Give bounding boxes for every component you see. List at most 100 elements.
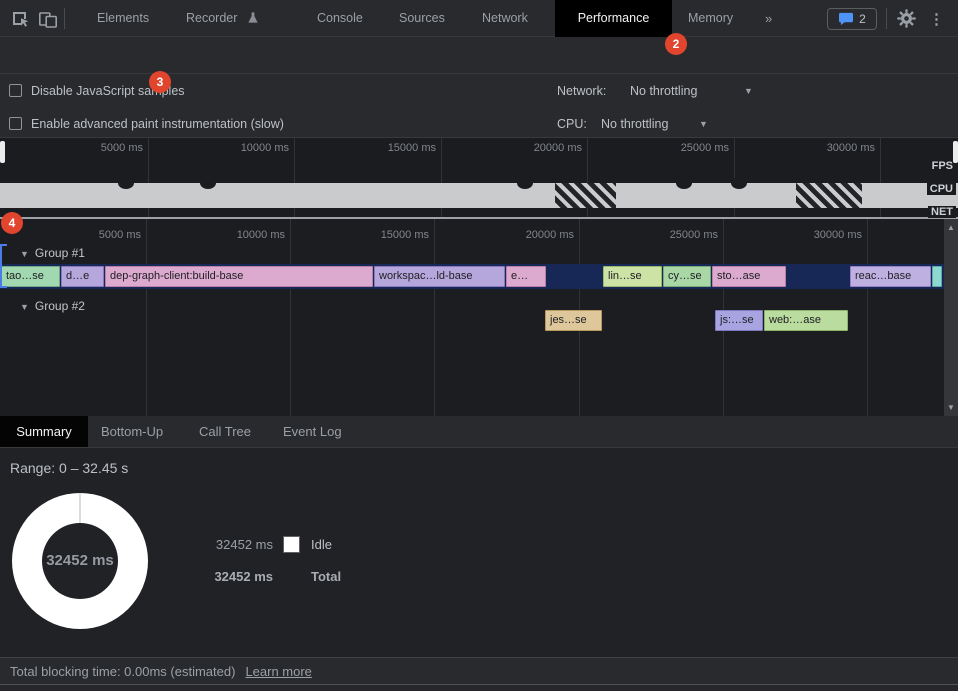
issues-count: 2 (859, 12, 866, 26)
timeline-bar[interactable]: js:…se (715, 310, 763, 331)
tab-event-log[interactable]: Event Log (283, 416, 342, 448)
timeline-bar[interactable]: lin…se (603, 266, 662, 287)
timeline-bar[interactable]: cy…se (663, 266, 711, 287)
legend-idle-value: 32452 ms (178, 537, 273, 552)
capture-settings-pane: Disable JavaScript samples Enable advanc… (0, 74, 958, 138)
ruler-tick-label: 25000 ms (643, 229, 718, 241)
tab-bottom-up[interactable]: Bottom-Up (101, 416, 163, 448)
details-tab-bar: Summary Bottom-Up Call Tree Event Log (0, 416, 958, 448)
cpu-dip (731, 177, 747, 189)
step-badge-2[interactable]: 2 (665, 33, 687, 55)
ruler-tick-label: 15000 ms (361, 142, 436, 154)
timeline-bar[interactable]: tao…se (1, 266, 60, 287)
step-badge-3[interactable]: 3 (149, 71, 171, 93)
net-activity-line (0, 217, 958, 219)
devtools-tab-bar: Elements Recorder Console Sources Networ… (0, 0, 958, 37)
tab-call-tree[interactable]: Call Tree (199, 416, 251, 448)
ruler-tick-label: 15000 ms (354, 229, 429, 241)
tab-memory[interactable]: Memory (688, 0, 733, 37)
group-2-title: Group #2 (35, 299, 85, 313)
tab-elements[interactable]: Elements (97, 0, 149, 37)
network-throttle-label: Network: (557, 84, 606, 98)
group-1-bars: tao…sed…edep-graph-client:build-basework… (0, 266, 944, 287)
cpu-dip (517, 177, 533, 189)
total-blocking-time-text: Total blocking time: 0.00ms (estimated) (10, 664, 235, 679)
disable-js-samples-checkbox[interactable] (9, 84, 22, 97)
vertical-scrollbar[interactable]: ▲ ▼ (944, 219, 958, 416)
cpu-throttle-arrow[interactable]: ▼ (699, 119, 708, 129)
cpu-throttled-hatch (796, 183, 862, 208)
divider (886, 8, 887, 29)
ruler-tick-label: 5000 ms (66, 229, 141, 241)
advanced-paint-checkbox[interactable] (9, 117, 22, 130)
group-1-header[interactable]: ▼ Group #1 (20, 246, 85, 260)
timeline-bar[interactable]: d…e (61, 266, 104, 287)
inspect-element-icon[interactable] (10, 9, 30, 29)
collapse-triangle-icon: ▼ (20, 249, 29, 259)
timeline-bar[interactable]: sto…ase (712, 266, 786, 287)
timeline-bar[interactable]: reac…base (850, 266, 931, 287)
more-tabs-chevron[interactable]: » (765, 0, 772, 37)
legend-total-value: 32452 ms (178, 569, 273, 584)
overview-left-handle[interactable] (0, 141, 5, 163)
fps-lane-label: FPS (929, 160, 956, 172)
donut-total-label: 32452 ms (12, 552, 148, 569)
timeline-bar[interactable]: workspac…ld-base (374, 266, 505, 287)
kebab-menu-icon[interactable]: ⋮ (929, 10, 944, 28)
performance-toolbar: #4 ▼ Screenshots Memory Web Vitals (0, 37, 958, 74)
collapse-triangle-icon: ▼ (20, 302, 29, 312)
tab-recorder[interactable]: Recorder (186, 0, 259, 37)
chat-bubble-icon (838, 12, 854, 26)
flame-chart[interactable]: ▼ Group #1 tao…sed…edep-graph-client:buil… (0, 219, 958, 416)
settings-gear-icon[interactable] (897, 9, 916, 28)
donut-seam (79, 493, 81, 523)
cpu-dip (676, 177, 692, 189)
cpu-dip (118, 177, 134, 189)
timeline-bar[interactable]: web:…ase (764, 310, 848, 331)
tab-summary[interactable]: Summary (0, 416, 88, 447)
timeline-bar[interactable] (932, 266, 942, 287)
cpu-dip (200, 177, 216, 189)
ruler-tick-label: 25000 ms (654, 142, 729, 154)
timeline-bar[interactable]: jes…se (545, 310, 602, 331)
legend-idle-swatch (283, 536, 300, 553)
timeline-bar[interactable]: dep-graph-client:build-base (105, 266, 373, 287)
timeline-bar[interactable]: e… (506, 266, 546, 287)
group-2-header[interactable]: ▼ Group #2 (20, 299, 85, 313)
net-lane-label: NET (928, 206, 956, 218)
footer-bar: Total blocking time: 0.00ms (estimated) … (0, 657, 958, 684)
window-bottom-edge (0, 684, 958, 691)
tab-console[interactable]: Console (317, 0, 363, 37)
network-throttle-arrow[interactable]: ▼ (744, 86, 753, 96)
device-toolbar-icon[interactable] (38, 9, 58, 29)
tab-recorder-label: Recorder (186, 11, 237, 25)
ruler-tick-label: 20000 ms (507, 142, 582, 154)
cpu-throttle-value[interactable]: No throttling (601, 117, 668, 131)
step-badge-4[interactable]: 4 (1, 212, 23, 234)
divider (64, 8, 65, 29)
cpu-throttle-label: CPU: (557, 117, 587, 131)
overview-right-handle[interactable] (953, 141, 958, 163)
network-throttle-value[interactable]: No throttling (630, 84, 697, 98)
cpu-throttled-hatch (555, 183, 616, 208)
advanced-paint-label[interactable]: Enable advanced paint instrumentation (s… (31, 117, 284, 131)
cpu-lane-label: CPU (927, 183, 956, 195)
timeline-overview[interactable]: FPS CPU NET 5000 ms10000 ms15000 ms20000… (0, 138, 958, 219)
learn-more-link[interactable]: Learn more (245, 664, 311, 679)
tab-sources[interactable]: Sources (399, 0, 445, 37)
scroll-down-icon[interactable]: ▼ (944, 403, 958, 412)
issues-counter-button[interactable]: 2 (827, 8, 877, 30)
legend-idle-label: Idle (311, 537, 332, 552)
tab-network[interactable]: Network (482, 0, 528, 37)
track-selection-bracket (0, 244, 6, 288)
scroll-up-icon[interactable]: ▲ (944, 223, 958, 232)
legend-total-label: Total (311, 569, 341, 584)
ruler-tick-label: 30000 ms (787, 229, 862, 241)
range-text: Range: 0 – 32.45 s (10, 460, 128, 476)
ruler-tick-label: 20000 ms (499, 229, 574, 241)
tab-performance[interactable]: Performance (555, 0, 672, 37)
ruler-tick-label: 10000 ms (214, 142, 289, 154)
group-1-title: Group #1 (35, 246, 85, 260)
cpu-activity-band (0, 183, 958, 208)
ruler-tick-label: 10000 ms (210, 229, 285, 241)
